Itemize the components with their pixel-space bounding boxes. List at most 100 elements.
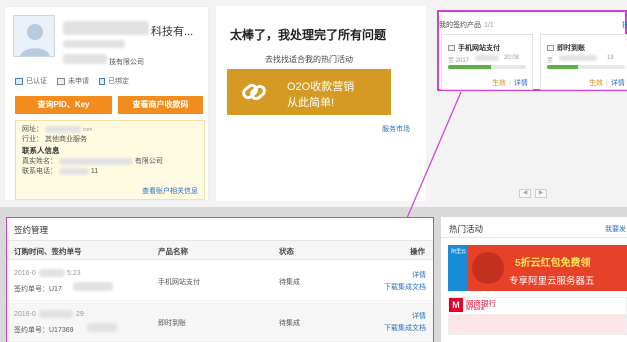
phone-row: 联系电话： 11 xyxy=(22,167,198,177)
badge-bound[interactable]: 已绑定 xyxy=(99,76,129,86)
o2o-promo-banner[interactable]: O2O收款营销 从此简单! xyxy=(227,69,391,115)
product-detail-link[interactable]: 详情 xyxy=(611,80,625,87)
products-prev-button[interactable]: ◀ xyxy=(519,189,531,198)
order-detail-link[interactable]: 详情 xyxy=(412,270,426,280)
hot-activities-panel: 热门活动 我要发 阿里云 5折云红包免费领 专享阿里云服务器五 M 网商银行 M… xyxy=(441,217,627,342)
query-pid-key-button[interactable]: 查询PID、Key xyxy=(15,96,112,114)
badge-certified[interactable]: 已认证 xyxy=(15,76,47,86)
badge-unapplied[interactable]: 未申请 xyxy=(57,76,89,86)
signing-management-panel: 签约管理 订购时间、签约单号 产品名称 状态 操作 2016-0 5:23 签约… xyxy=(6,217,434,342)
product-date-start: 至 xyxy=(547,58,554,64)
product-links: 生效 | 详情 xyxy=(589,80,625,87)
redacted-name xyxy=(63,21,149,35)
aliyun-logo-text: 阿里云 xyxy=(451,249,467,255)
product-name-label: 即时到账 xyxy=(557,45,585,52)
order-status: 待集成 xyxy=(279,279,300,286)
realname-label: 真实姓名： xyxy=(22,158,57,165)
hot-activities-title: 热门活动 xyxy=(449,224,484,234)
table-row: 2016-0 29 签约单号：U17369 即时到账 待集成 详情 下载集成文档 xyxy=(7,302,433,342)
phone-label: 联系电话： xyxy=(22,168,57,175)
order-sign-no: 签约单号：U17369 xyxy=(14,327,74,334)
table-row: 2016-0 5:23 签约单号：U17 手机网站支付 待集成 详情 下载集成文… xyxy=(7,261,433,301)
redacted-account xyxy=(63,40,125,48)
hot-divider xyxy=(441,237,627,238)
signed-products-panel: 我的签约产品 1/1 扶 手机网站支付 至 2017 20:08 生效 | 详情 即时… xyxy=(437,10,627,91)
badge-certified-label: 已认证 xyxy=(26,78,47,85)
product-name: 即时到账 xyxy=(547,43,585,53)
order-sign-no: 签约单号：U17 xyxy=(14,286,62,293)
red-packet-icon xyxy=(472,252,504,284)
order-time: 2016-0 xyxy=(14,311,36,318)
product-effective-link[interactable]: 生效 xyxy=(492,80,506,87)
merchant-info-box: 网址： com 行业： 其他商业服务 联系人信息 真实姓名： 有限公司 联系电话… xyxy=(15,120,205,200)
badge-unapplied-label: 未申请 xyxy=(68,78,89,85)
column-header-time: 订购时间、签约单号 xyxy=(14,247,82,256)
verification-badges: 已认证 未申请 已绑定 xyxy=(15,76,129,86)
contact-heading: 联系人信息 xyxy=(22,146,60,155)
industry-value: 其他商业服务 xyxy=(44,136,87,143)
column-header-status: 状态 xyxy=(279,247,294,256)
signed-products-count: 1/1 xyxy=(484,22,494,29)
mybank-banner[interactable]: M 网商银行 MYbank xyxy=(448,297,627,335)
product-icon xyxy=(448,45,455,51)
product-progress-bar xyxy=(448,65,526,69)
product-progress-fill xyxy=(448,65,491,69)
product-date-start: 至 2017 xyxy=(448,58,470,64)
website-value: com xyxy=(82,127,93,133)
order-time-end: 29 xyxy=(76,311,84,318)
service-market-link[interactable]: 服务市场 xyxy=(382,124,410,134)
orders-table-header: 订购时间、签约单号 产品名称 状态 操作 xyxy=(7,240,433,260)
product-progress-bar xyxy=(547,65,625,69)
order-product: 手机网站支付 xyxy=(158,279,200,286)
industry-row: 行业： 其他商业服务 xyxy=(22,135,198,145)
signing-management-title: 签约管理 xyxy=(14,225,49,235)
product-date-end: 19 xyxy=(607,55,614,61)
mybank-logo-icon: M xyxy=(449,298,463,312)
document-icon xyxy=(57,77,65,85)
download-integration-doc-link[interactable]: 下载集成文档 xyxy=(384,323,426,333)
order-time-end: 5:23 xyxy=(67,270,81,277)
order-detail-link[interactable]: 详情 xyxy=(412,311,426,321)
user-avatar-icon xyxy=(20,24,50,56)
phone-value: 11 xyxy=(90,168,99,175)
signed-products-header: 我的签约产品 1/1 xyxy=(439,20,494,30)
realname-value: 有限公司 xyxy=(134,158,163,165)
column-header-action: 操作 xyxy=(410,247,425,256)
website-row: 网址： com xyxy=(22,125,198,135)
view-qr-code-button[interactable]: 查看商户收款码 xyxy=(118,96,203,114)
all-done-title: 太棒了，我处理完了所有问题 xyxy=(230,28,387,42)
products-more-link[interactable]: 扶 xyxy=(622,20,627,30)
industry-label: 行业： xyxy=(22,136,43,143)
mybank-sub: MYbank xyxy=(466,306,485,312)
link-chain-icon xyxy=(242,83,266,101)
aliyun-logo: 阿里云 xyxy=(448,245,468,291)
order-status: 待集成 xyxy=(279,320,300,327)
column-header-product: 产品名称 xyxy=(158,247,188,256)
badge-bound-label: 已绑定 xyxy=(108,78,129,85)
product-progress-fill xyxy=(547,65,579,69)
id-card-icon xyxy=(15,77,23,85)
product-card[interactable]: 即时到账 至 19 生效 | 详情 xyxy=(540,34,627,90)
merchant-company: 技有限公司 xyxy=(109,59,144,66)
product-card[interactable]: 手机网站支付 至 2017 20:08 生效 | 详情 xyxy=(441,34,533,90)
product-name-label: 手机网站支付 xyxy=(458,45,500,52)
download-integration-doc-link[interactable]: 下载集成文档 xyxy=(384,282,426,292)
order-time: 2016-0 xyxy=(14,270,36,277)
status-panel: 太棒了，我处理完了所有问题 去找找适合我的热门活动 O2O收款营销 从此简单! … xyxy=(216,6,426,201)
avatar[interactable] xyxy=(13,15,55,57)
product-links: 生效 | 详情 xyxy=(492,80,528,87)
hot-banner-line-2: 专享阿里云服务器五 xyxy=(509,276,595,287)
website-label: 网址： xyxy=(22,126,43,133)
order-product: 即时到账 xyxy=(158,320,186,327)
product-effective-link[interactable]: 生效 xyxy=(589,80,603,87)
merchant-card: 科技有... 技有限公司 已认证 未申请 已绑定 查询PID、Key 查看商户收… xyxy=(4,6,209,201)
hot-banner-line-1: 5折云红包免费领 xyxy=(515,258,591,269)
products-next-button[interactable]: ▶ xyxy=(535,189,547,198)
product-icon xyxy=(547,45,554,51)
aliyun-red-packet-banner[interactable]: 阿里云 5折云红包免费领 专享阿里云服务器五 xyxy=(448,245,627,291)
product-detail-link[interactable]: 详情 xyxy=(514,80,528,87)
promo-line-2: 从此简单! xyxy=(287,97,335,109)
view-account-info-link[interactable]: 查看账户相关信息 xyxy=(142,186,198,196)
mybank-stripe xyxy=(449,314,626,334)
hot-activities-more-link[interactable]: 我要发 xyxy=(605,224,626,234)
